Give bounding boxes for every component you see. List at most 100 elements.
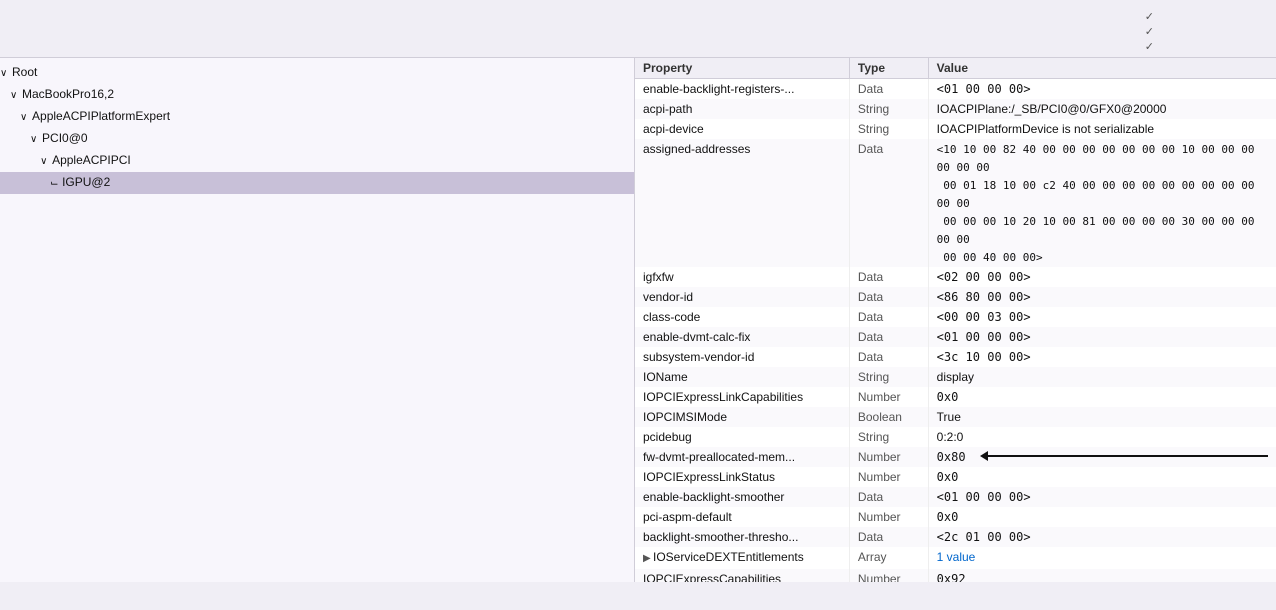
status-section: ✓ ✓ ✓ xyxy=(1145,10,1238,53)
property-type: String xyxy=(849,99,928,119)
properties-panel[interactable]: Property Type Value enable-backlight-reg… xyxy=(635,58,1276,582)
property-value: IOACPIPlane:/_SB/PCI0@0/GFX0@20000 xyxy=(937,102,1167,116)
tree-item-appleacpipci[interactable]: ∨ AppleACPIPCI xyxy=(0,150,634,172)
table-row[interactable]: enable-dvmt-calc-fixData<01 00 00 00> xyxy=(635,327,1276,347)
count-section xyxy=(1258,10,1264,12)
property-name: pci-aspm-default xyxy=(635,507,849,527)
property-type: Data xyxy=(849,287,928,307)
table-row[interactable]: IONameStringdisplay xyxy=(635,367,1276,387)
registered-check: ✓ xyxy=(1145,10,1154,23)
property-value-cell: 0x0 xyxy=(928,387,1276,407)
property-value: <01 00 00 00> xyxy=(937,82,1031,96)
table-row[interactable]: enable-backlight-smootherData <01 00 00 0… xyxy=(635,487,1276,507)
property-value: <00 00 03 00> xyxy=(937,310,1031,324)
table-row[interactable]: IOPCIMSIModeBooleanTrue xyxy=(635,407,1276,427)
table-row[interactable]: pci-aspm-defaultNumber0x0 xyxy=(635,507,1276,527)
property-name: assigned-addresses xyxy=(635,139,849,267)
table-row[interactable]: IOPCIExpressCapabilitiesNumber0x92 xyxy=(635,569,1276,582)
table-row[interactable]: igfxfwData<02 00 00 00> xyxy=(635,267,1276,287)
property-type: Number xyxy=(849,387,928,407)
properties-table: Property Type Value enable-backlight-reg… xyxy=(635,58,1276,582)
property-value-cell: <01 00 00 00> xyxy=(928,487,1276,507)
property-value-cell: 0x0 xyxy=(928,467,1276,487)
property-value: 0x0 xyxy=(937,390,959,404)
property-type: Data xyxy=(849,267,928,287)
property-value-cell: 0x80 xyxy=(928,447,1276,467)
property-value: 0x0 xyxy=(937,470,959,484)
property-name: fw-dvmt-preallocated-mem... xyxy=(635,447,849,467)
tree-item-label: AppleACPIPCI xyxy=(52,153,131,167)
tree-item-label: PCI0@0 xyxy=(42,131,88,145)
active-check: ✓ xyxy=(1145,40,1154,53)
property-value: display xyxy=(937,370,974,384)
property-name: subsystem-vendor-id xyxy=(635,347,849,367)
property-name: IOPCIMSIMode xyxy=(635,407,849,427)
property-value-cell: <00 00 03 00> xyxy=(928,307,1276,327)
property-value: 0x80 xyxy=(937,450,966,464)
table-row[interactable]: ▶ IOServiceDEXTEntitlementsArray1 value xyxy=(635,547,1276,569)
tree-indent xyxy=(0,129,10,147)
tree-arrow-icon: ∨ xyxy=(30,131,42,149)
table-row[interactable]: vendor-idData <86 80 00 00> xyxy=(635,287,1276,307)
registered-row: ✓ xyxy=(1145,10,1238,23)
tree-indent xyxy=(0,151,10,169)
property-value-cell: <10 10 00 82 40 00 00 00 00 00 00 00 10 … xyxy=(928,139,1276,267)
table-row[interactable]: IOPCIExpressLinkStatusNumber0x0 xyxy=(635,467,1276,487)
property-value: 0x0 xyxy=(937,510,959,524)
property-name: enable-backlight-smoother xyxy=(635,487,849,507)
table-row[interactable]: acpi-deviceStringIOACPIPlatformDevice is… xyxy=(635,119,1276,139)
property-column-header: Property xyxy=(635,58,849,79)
table-row[interactable]: fw-dvmt-preallocated-mem...Number0x80 xyxy=(635,447,1276,467)
tree-indent xyxy=(30,151,40,169)
property-name: IOPCIExpressCapabilities xyxy=(635,569,849,582)
property-type: Data xyxy=(849,79,928,100)
property-type: Number xyxy=(849,467,928,487)
table-row[interactable]: subsystem-vendor-idData<3c 10 00 00> xyxy=(635,347,1276,367)
property-value: <10 10 00 82 40 00 00 00 00 00 00 00 10 … xyxy=(937,143,1255,264)
property-type: Data xyxy=(849,487,928,507)
property-value: <86 80 00 00> xyxy=(937,290,1031,304)
tree-item-root[interactable]: ∨ Root xyxy=(0,62,634,84)
arrow-annotation xyxy=(980,451,1268,461)
table-row[interactable]: assigned-addressesData<10 10 00 82 40 00… xyxy=(635,139,1276,267)
expand-icon[interactable]: ▶ xyxy=(643,550,653,568)
tree-item-macbookpro16-2[interactable]: ∨ MacBookPro16,2 xyxy=(0,84,634,106)
table-row[interactable]: pcidebugString0:2:0 xyxy=(635,427,1276,447)
table-row[interactable]: IOPCIExpressLinkCapabilitiesNumber 0x0 xyxy=(635,387,1276,407)
property-value-cell: True xyxy=(928,407,1276,427)
header-right-wrapper: ✓ ✓ ✓ xyxy=(1125,10,1264,53)
tree-indent xyxy=(20,129,30,147)
tree-panel[interactable]: ∨ Root ∨ MacBookPro16,2 ∨ AppleACPIPlatf… xyxy=(0,58,635,582)
property-value: <01 00 00 00> xyxy=(937,490,1031,504)
tree-indent xyxy=(0,173,10,191)
matched-check: ✓ xyxy=(1145,25,1154,38)
tree-item-appleacpiplatformexpert[interactable]: ∨ AppleACPIPlatformExpert xyxy=(0,106,634,128)
table-row[interactable]: acpi-pathString IOACPIPlane:/_SB/PCI0@0/G… xyxy=(635,99,1276,119)
tree-item-pci0-0[interactable]: ∨ PCI0@0 xyxy=(0,128,634,150)
table-row[interactable]: backlight-smoother-thresho...Data<2c 01 … xyxy=(635,527,1276,547)
property-name: IOPCIExpressLinkCapabilities xyxy=(635,387,849,407)
property-type: Data xyxy=(849,327,928,347)
property-value-cell: display xyxy=(928,367,1276,387)
tree-indent xyxy=(20,173,30,191)
table-row[interactable]: enable-backlight-registers-...Data <01 00… xyxy=(635,79,1276,100)
main-content: ∨ Root ∨ MacBookPro16,2 ∨ AppleACPIPlatf… xyxy=(0,58,1276,582)
property-name: acpi-path xyxy=(635,99,849,119)
property-value: <02 00 00 00> xyxy=(937,270,1031,284)
tree-item-igpu-2[interactable]: ⌙ IGPU@2 xyxy=(0,172,634,194)
property-name: enable-dvmt-calc-fix xyxy=(635,327,849,347)
header: ✓ ✓ ✓ xyxy=(0,0,1276,58)
property-value-cell: <86 80 00 00> xyxy=(928,287,1276,307)
table-row[interactable]: class-codeData<00 00 03 00> xyxy=(635,307,1276,327)
property-value: True xyxy=(937,410,961,424)
property-type: Data xyxy=(849,307,928,327)
value-column-header: Value xyxy=(928,58,1276,79)
tree-indent xyxy=(0,85,10,103)
matched-row: ✓ xyxy=(1145,25,1238,38)
tree-arrow-icon: ∨ xyxy=(0,65,12,83)
tree-arrow-icon: ∨ xyxy=(20,109,32,127)
property-value: 0x92 xyxy=(937,572,966,582)
property-type: Data xyxy=(849,347,928,367)
property-name: vendor-id xyxy=(635,287,849,307)
property-name: enable-backlight-registers-... xyxy=(635,79,849,100)
